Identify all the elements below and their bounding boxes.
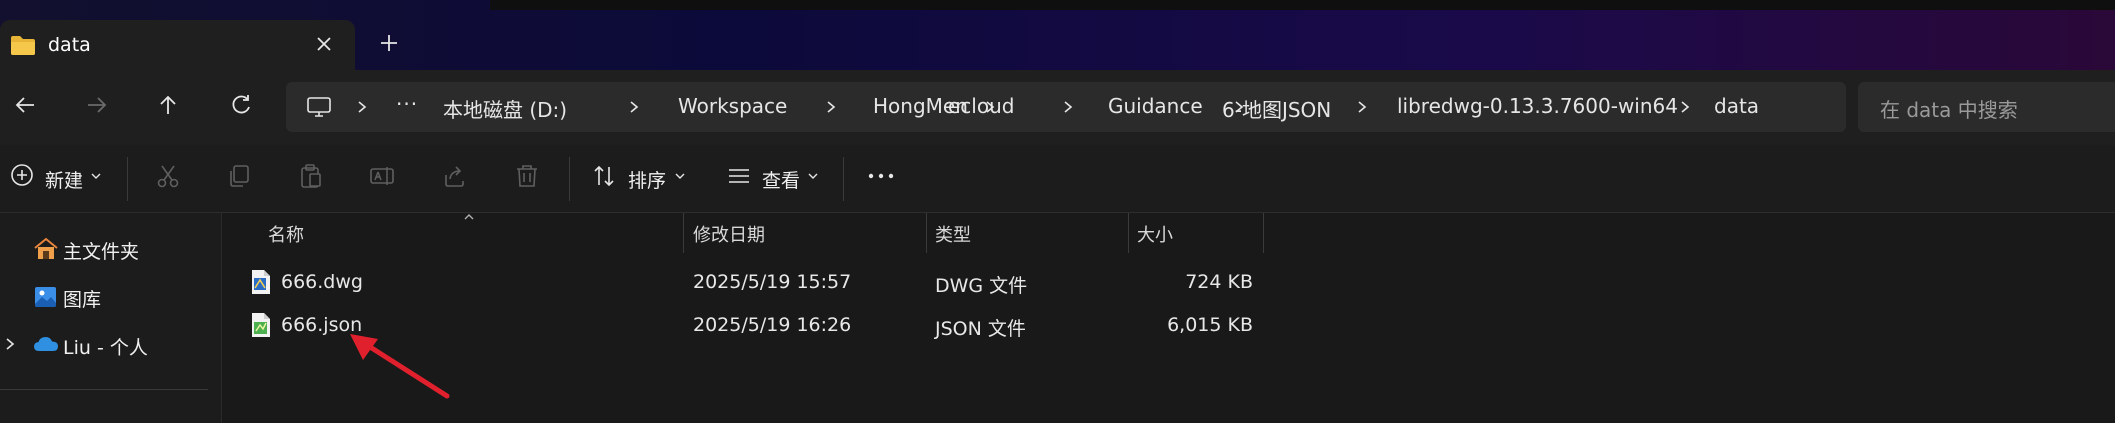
refresh-button[interactable] xyxy=(228,92,254,118)
file-size: 6,015 KB xyxy=(1167,314,1253,336)
file-row-dwg[interactable]: 666.dwg 2025/5/19 15:57 DWG 文件 724 KB xyxy=(223,263,2115,303)
column-header-name[interactable]: 名称 xyxy=(268,221,304,247)
more-options-icon[interactable] xyxy=(866,163,896,189)
breadcrumb-more-button[interactable]: ··· xyxy=(396,92,418,116)
chevron-right-icon[interactable] xyxy=(1679,100,1691,114)
command-bar: 新建 排序 查看 xyxy=(0,145,2115,213)
navigation-bar: ··· 本地磁盘 (D:) Workspace HongMen ecloud G… xyxy=(0,70,2115,145)
sidebar-item-label: Liu - 个人 xyxy=(63,337,148,359)
file-modified: 2025/5/19 16:26 xyxy=(693,314,852,336)
file-list: 名称 修改日期 类型 大小 666.dwg 2025/5/19 15:57 DW… xyxy=(223,213,2115,423)
file-name: 666.dwg xyxy=(281,271,363,293)
search-placeholder: 在 data 中搜索 xyxy=(1880,98,2018,122)
column-header-size[interactable]: 大小 xyxy=(1137,221,1173,247)
arrow-right-icon xyxy=(88,97,107,113)
chevron-down-icon[interactable] xyxy=(674,171,686,181)
new-button[interactable]: 新建 xyxy=(45,166,83,193)
toolbar-divider xyxy=(569,157,570,201)
home-icon xyxy=(33,237,59,261)
column-header-type[interactable]: 类型 xyxy=(935,221,971,247)
sort-ascending-icon xyxy=(463,213,475,221)
navigation-pane: 主文件夹 图库 Liu - 个人 xyxy=(0,213,222,423)
toolbar-divider xyxy=(843,157,844,201)
sort-button[interactable]: 排序 xyxy=(628,166,666,193)
title-bar-top-strip xyxy=(490,0,2115,10)
view-button[interactable]: 查看 xyxy=(762,166,800,193)
up-button[interactable] xyxy=(155,92,181,118)
file-modified: 2025/5/19 15:57 xyxy=(693,271,852,293)
sidebar-item-label: 主文件夹 xyxy=(63,241,140,263)
search-input[interactable]: 在 data 中搜索 xyxy=(1858,82,2115,132)
sidebar-item-label: 图库 xyxy=(63,289,102,311)
onedrive-icon xyxy=(33,335,59,353)
paste-icon[interactable] xyxy=(298,163,324,189)
close-tab-icon[interactable] xyxy=(314,34,334,54)
chevron-right-icon xyxy=(356,100,368,114)
chevron-right-icon[interactable] xyxy=(628,100,640,114)
cut-icon[interactable] xyxy=(155,163,181,189)
column-separator[interactable] xyxy=(683,213,684,253)
column-separator[interactable] xyxy=(926,213,927,253)
file-row-json[interactable]: 666.json 2025/5/19 16:26 JSON 文件 6,015 K… xyxy=(223,306,2115,346)
copy-icon[interactable] xyxy=(226,163,252,189)
share-icon[interactable] xyxy=(442,163,468,189)
breadcrumb-guidance[interactable]: Guidance xyxy=(1108,94,1203,118)
gallery-icon xyxy=(33,285,59,309)
sidebar-divider xyxy=(0,389,208,390)
breadcrumb-data[interactable]: data xyxy=(1714,94,1759,118)
arrow-left-icon xyxy=(15,97,34,113)
chevron-right-icon[interactable] xyxy=(825,100,837,114)
column-separator[interactable] xyxy=(1128,213,1129,253)
breadcrumb-ecloud-label[interactable]: ecloud xyxy=(948,94,1014,118)
title-bar: data xyxy=(0,0,2115,70)
file-type: JSON 文件 xyxy=(935,318,1026,340)
breadcrumb-local-disk[interactable]: 本地磁盘 (D:) xyxy=(443,94,567,123)
column-separator[interactable] xyxy=(1263,213,1264,253)
tab-title: data xyxy=(48,34,91,56)
new-tab-button[interactable] xyxy=(378,32,400,54)
back-button[interactable] xyxy=(12,92,38,118)
forward-button[interactable] xyxy=(84,92,110,118)
computer-icon[interactable] xyxy=(306,96,332,118)
breadcrumb-libredwg[interactable]: libredwg-0.13.3.7600-win64 xyxy=(1397,94,1678,118)
refresh-icon xyxy=(232,95,250,114)
json-file-icon xyxy=(250,312,272,338)
chevron-right-icon[interactable] xyxy=(1062,100,1074,114)
folder-icon xyxy=(10,34,36,56)
breadcrumb-map-json[interactable]: 6-地图JSON xyxy=(1222,94,1331,123)
file-type: DWG 文件 xyxy=(935,275,1028,297)
dwg-file-icon xyxy=(250,269,272,295)
sidebar-item-gallery[interactable]: 图库 xyxy=(0,275,222,315)
chevron-down-icon[interactable] xyxy=(90,171,102,181)
delete-icon[interactable] xyxy=(514,163,540,189)
new-icon[interactable] xyxy=(10,163,34,187)
red-arrow-annotation xyxy=(340,330,460,402)
sidebar-item-home[interactable]: 主文件夹 xyxy=(0,227,222,267)
file-size: 724 KB xyxy=(1185,271,1253,293)
address-bar[interactable]: ··· 本地磁盘 (D:) Workspace HongMen ecloud G… xyxy=(286,82,1846,132)
chevron-down-icon[interactable] xyxy=(807,171,819,181)
sidebar-item-onedrive[interactable]: Liu - 个人 xyxy=(0,323,222,363)
view-icon[interactable] xyxy=(726,163,752,189)
column-header-modified[interactable]: 修改日期 xyxy=(693,221,765,247)
arrow-up-icon xyxy=(160,95,176,114)
tab-data[interactable]: data xyxy=(0,20,355,70)
sort-icon[interactable] xyxy=(592,163,618,189)
chevron-right-icon[interactable] xyxy=(1356,100,1368,114)
rename-icon[interactable] xyxy=(369,163,395,189)
toolbar-divider xyxy=(127,157,128,201)
chevron-right-icon[interactable] xyxy=(4,337,16,351)
breadcrumb-workspace[interactable]: Workspace xyxy=(678,94,787,118)
